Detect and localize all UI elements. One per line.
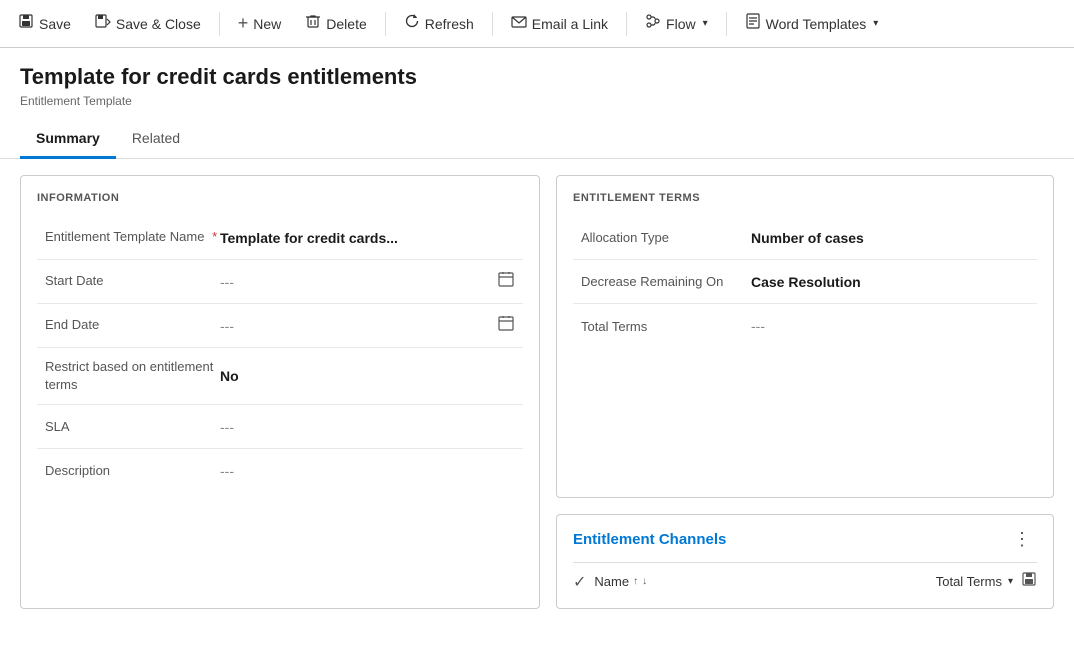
- tab-related[interactable]: Related: [116, 120, 196, 159]
- field-row-start-date: Start Date ---: [37, 260, 523, 304]
- new-label: New: [253, 16, 281, 32]
- entitlement-terms-title: ENTITLEMENT TERMS: [573, 192, 1037, 204]
- refresh-icon: [404, 13, 420, 34]
- save-label: Save: [39, 16, 71, 32]
- email-link-button[interactable]: Email a Link: [501, 7, 618, 40]
- tab-bar: Summary Related: [0, 120, 1074, 159]
- tab-summary[interactable]: Summary: [20, 120, 116, 159]
- channels-save-button[interactable]: [1021, 571, 1037, 592]
- new-icon: +: [238, 13, 249, 34]
- email-label: Email a Link: [532, 16, 608, 32]
- field-value-end-date[interactable]: ---: [220, 318, 497, 334]
- email-icon: [511, 13, 527, 34]
- field-row-sla: SLA ---: [37, 405, 523, 449]
- page-title: Template for credit cards entitlements: [20, 64, 1054, 90]
- separator-4: [626, 12, 627, 36]
- field-label-sla: SLA: [45, 418, 220, 436]
- word-templates-label: Word Templates: [766, 16, 867, 32]
- save-close-label: Save & Close: [116, 16, 201, 32]
- separator-1: [219, 12, 220, 36]
- flow-button[interactable]: Flow ▾: [635, 7, 718, 40]
- field-label-end-date: End Date: [45, 316, 220, 334]
- field-label-description: Description: [45, 462, 220, 480]
- entitlement-channels-panel: Entitlement Channels ⋮ ✓ Name ↑ ↓ Total …: [556, 514, 1054, 609]
- channel-name-label: Name: [594, 574, 629, 589]
- field-value-name[interactable]: Template for credit cards...: [220, 230, 515, 246]
- separator-2: [385, 12, 386, 36]
- field-label-restrict: Restrict based on entitlement terms: [45, 358, 220, 394]
- information-section-title: INFORMATION: [37, 192, 523, 204]
- entitlement-terms-panel: ENTITLEMENT TERMS Allocation Type Number…: [556, 175, 1054, 498]
- word-templates-icon: [745, 13, 761, 34]
- field-label-name: Entitlement Template Name *: [45, 228, 220, 246]
- field-value-sla[interactable]: ---: [220, 419, 515, 435]
- information-panel: INFORMATION Entitlement Template Name * …: [20, 175, 540, 609]
- save-button[interactable]: Save: [8, 7, 81, 40]
- right-panels: ENTITLEMENT TERMS Allocation Type Number…: [556, 175, 1054, 609]
- name-sort-asc-icon[interactable]: ↑: [633, 576, 638, 587]
- end-date-calendar-icon[interactable]: [497, 314, 515, 337]
- channels-header: Entitlement Channels ⋮: [573, 527, 1037, 552]
- total-terms-dropdown-icon[interactable]: ▾: [1008, 576, 1013, 587]
- delete-label: Delete: [326, 16, 366, 32]
- content-area: INFORMATION Entitlement Template Name * …: [0, 159, 1074, 625]
- total-terms-label: Total Terms: [936, 574, 1002, 589]
- start-date-calendar-icon[interactable]: [497, 270, 515, 293]
- field-value-description[interactable]: ---: [220, 463, 515, 479]
- field-row-name: Entitlement Template Name * Template for…: [37, 216, 523, 260]
- separator-5: [726, 12, 727, 36]
- separator-3: [492, 12, 493, 36]
- channels-menu-button[interactable]: ⋮: [1007, 527, 1037, 552]
- refresh-label: Refresh: [425, 16, 474, 32]
- et-row-allocation: Allocation Type Number of cases: [573, 216, 1037, 260]
- et-label-allocation: Allocation Type: [581, 230, 751, 245]
- channels-title: Entitlement Channels: [573, 531, 726, 548]
- et-value-allocation[interactable]: Number of cases: [751, 230, 864, 246]
- new-button[interactable]: + New: [228, 7, 292, 40]
- save-close-icon: [95, 13, 111, 34]
- refresh-button[interactable]: Refresh: [394, 7, 484, 40]
- channel-check-icon: ✓: [573, 572, 586, 592]
- delete-button[interactable]: Delete: [295, 7, 376, 40]
- et-value-decrease[interactable]: Case Resolution: [751, 274, 861, 290]
- page-header: Template for credit cards entitlements E…: [0, 48, 1074, 108]
- delete-icon: [305, 13, 321, 34]
- page-subtitle: Entitlement Template: [20, 94, 1054, 108]
- et-label-total-terms: Total Terms: [581, 319, 751, 334]
- channel-col-total: Total Terms ▾: [936, 574, 1013, 589]
- required-indicator: *: [212, 229, 217, 244]
- name-sort-desc-icon[interactable]: ↓: [642, 576, 647, 587]
- field-row-description: Description ---: [37, 449, 523, 493]
- channels-table-header: ✓ Name ↑ ↓ Total Terms ▾: [573, 562, 1037, 596]
- field-value-start-date[interactable]: ---: [220, 274, 497, 290]
- et-row-decrease: Decrease Remaining On Case Resolution: [573, 260, 1037, 304]
- word-templates-button[interactable]: Word Templates ▾: [735, 7, 889, 40]
- field-label-start-date: Start Date: [45, 272, 220, 290]
- et-label-decrease: Decrease Remaining On: [581, 274, 751, 289]
- et-value-total-terms[interactable]: ---: [751, 318, 765, 334]
- word-templates-dropdown-arrow: ▾: [873, 18, 878, 29]
- field-row-restrict: Restrict based on entitlement terms No: [37, 348, 523, 405]
- flow-dropdown-arrow: ▾: [703, 18, 708, 29]
- channel-col-name: Name ↑ ↓: [594, 574, 935, 589]
- save-icon: [18, 13, 34, 34]
- flow-icon: [645, 13, 661, 34]
- save-close-button[interactable]: Save & Close: [85, 7, 211, 40]
- field-value-restrict[interactable]: No: [220, 368, 515, 384]
- field-row-end-date: End Date ---: [37, 304, 523, 348]
- toolbar: Save Save & Close + New Delete Refresh E…: [0, 0, 1074, 48]
- et-row-total-terms: Total Terms ---: [573, 304, 1037, 348]
- flow-label: Flow: [666, 16, 696, 32]
